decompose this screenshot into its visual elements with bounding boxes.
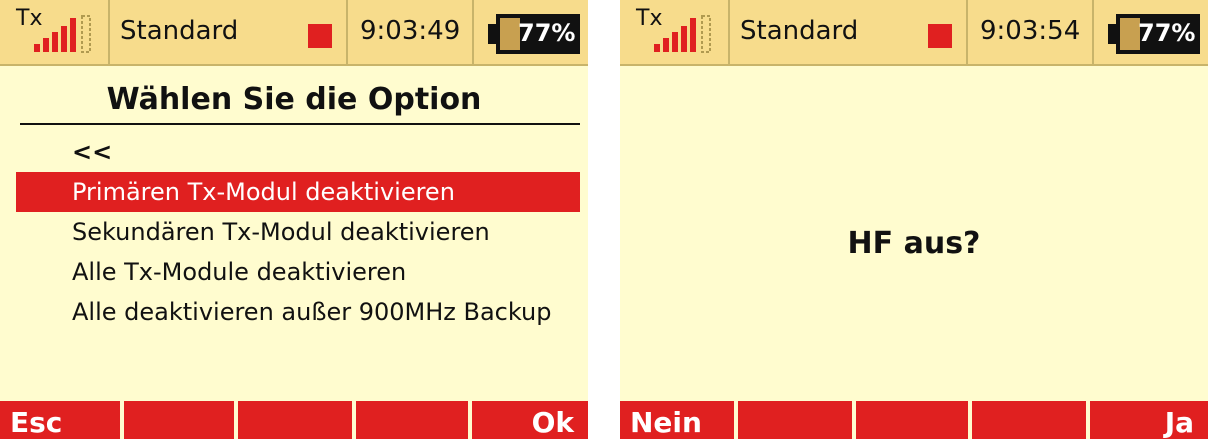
status-divider (1092, 0, 1094, 66)
softkey-3[interactable] (238, 401, 352, 439)
menu-screen: Tx Standard 9:03:49 77% Wählen Sie die O… (0, 0, 588, 439)
softkey-4[interactable] (972, 401, 1086, 439)
status-divider (472, 0, 474, 66)
softkey-3[interactable] (856, 401, 968, 439)
softkey-bar: Esc Ok (0, 401, 588, 439)
clock: 9:03:54 (980, 16, 1081, 46)
menu-item-primary-tx-off[interactable]: Primären Tx-Modul deaktivieren (16, 172, 580, 212)
menu-item-back[interactable]: << (16, 132, 580, 172)
softkey-ok[interactable]: Ok (472, 401, 588, 439)
title-divider (20, 123, 580, 125)
menu-item-all-off-except-backup[interactable]: Alle deaktivieren außer 900MHz Backup (16, 292, 580, 332)
battery-fill (1120, 18, 1140, 50)
record-indicator-icon (308, 24, 332, 48)
menu-item-all-tx-off[interactable]: Alle Tx-Module deaktivieren (16, 252, 580, 292)
menu-item-secondary-tx-off[interactable]: Sekundären Tx-Modul deaktivieren (16, 212, 580, 252)
battery-percent: 77% (1138, 19, 1196, 47)
status-divider (346, 0, 348, 66)
softkey-nein[interactable]: Nein (620, 401, 734, 439)
status-bar: Tx Standard 9:03:49 77% (0, 0, 588, 66)
softkey-bar: Nein Ja (620, 401, 1208, 439)
softkey-4[interactable] (356, 401, 468, 439)
signal-bars-icon (654, 15, 711, 53)
status-divider (728, 0, 730, 66)
status-divider (966, 0, 968, 66)
model-name: Standard (740, 16, 859, 46)
record-indicator-icon (928, 24, 952, 48)
softkey-ja[interactable]: Ja (1090, 401, 1208, 439)
clock: 9:03:49 (360, 16, 461, 46)
status-divider (108, 0, 110, 66)
battery-percent: 77% (518, 19, 576, 47)
status-bar: Tx Standard 9:03:54 77% (620, 0, 1208, 66)
battery-icon: 77% (488, 14, 580, 54)
model-name: Standard (120, 16, 239, 46)
page-title: Wählen Sie die Option (106, 82, 482, 117)
softkey-2[interactable] (124, 401, 234, 439)
battery-fill (500, 18, 520, 50)
softkey-esc[interactable]: Esc (0, 401, 120, 439)
softkey-2[interactable] (738, 401, 852, 439)
confirm-screen: Tx Standard 9:03:54 77% HF aus? Nein Ja (620, 0, 1208, 439)
battery-icon: 77% (1108, 14, 1200, 54)
signal-bars-icon (34, 15, 91, 53)
confirm-message: HF aus? (847, 226, 981, 261)
